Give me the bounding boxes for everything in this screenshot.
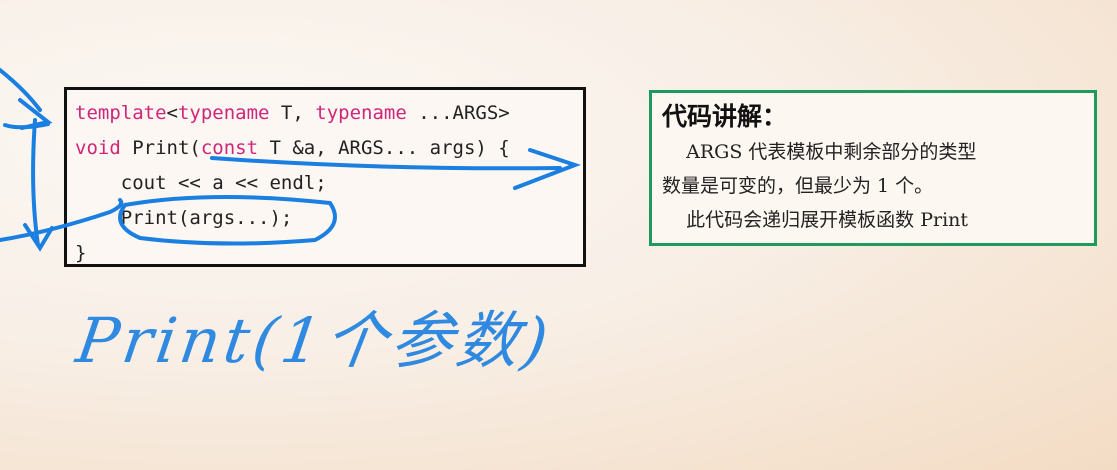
ink-annotations [0,68,581,252]
ink-arrow-left [0,68,124,252]
ink-underline-arrow [210,148,581,190]
ink-circle [118,194,337,246]
